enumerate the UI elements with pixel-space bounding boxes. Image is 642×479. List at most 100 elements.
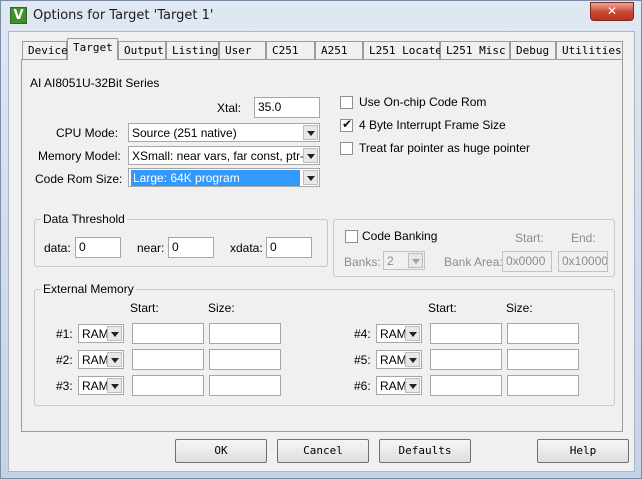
ok-button[interactable]: OK [175, 439, 267, 463]
ext-mem-row-5-start[interactable] [430, 349, 502, 370]
chevron-down-icon[interactable] [405, 352, 420, 367]
ext-mem-row-6-type-value: RAM [380, 379, 407, 393]
ext-mem-row-2-start[interactable] [132, 349, 204, 370]
ext-mem-row-5-type[interactable]: RAM [376, 350, 422, 369]
ext-mem-row-3-label: #3: [56, 379, 73, 393]
treat-far-pointer-label: Treat far pointer as huge pointer [359, 141, 530, 155]
dialog-client: Device Target Output Listing User C251 A… [8, 31, 635, 472]
ext-mem-row-1-size[interactable] [209, 323, 281, 344]
bank-area-start-input[interactable]: 0x0000 [502, 251, 552, 272]
ext-mem-row-6-size[interactable] [507, 375, 579, 396]
ext-mem-row-2-label: #2: [56, 353, 73, 367]
ext-mem-row-6-start[interactable] [430, 375, 502, 396]
ext-mem-row-6-type[interactable]: RAM [376, 376, 422, 395]
four-byte-interrupt-frame-label: 4 Byte Interrupt Frame Size [359, 118, 506, 132]
ext-mem-row-3-type[interactable]: RAM [78, 376, 124, 395]
tab-l251-locate[interactable]: L251 Locate [363, 41, 442, 59]
title-bar[interactable]: V Options for Target 'Target 1' ✕ [1, 1, 641, 31]
bank-area-label: Bank Area: [444, 255, 503, 269]
ext-mem-row-6-label: #6: [354, 379, 371, 393]
bank-area-end-input[interactable]: 0x10000 [558, 251, 608, 272]
chevron-down-icon[interactable] [405, 378, 420, 393]
chevron-down-icon[interactable] [408, 253, 423, 268]
memory-model-value: XSmall: near vars, far const, ptr-4 [132, 149, 311, 163]
xtal-label: Xtal: [217, 101, 242, 115]
ext-mem-size-header-left: Size: [208, 301, 235, 315]
ext-mem-row-3-size[interactable] [209, 375, 281, 396]
ext-mem-row-5-label: #5: [354, 353, 371, 367]
ext-mem-row-2-size[interactable] [209, 349, 281, 370]
keil-uvision-icon: V [10, 7, 27, 24]
data-threshold-near-label: near: [137, 241, 165, 255]
defaults-button[interactable]: Defaults [379, 439, 471, 463]
ext-mem-row-1-type-value: RAM [82, 327, 109, 341]
target-tab-panel: AI AI8051U-32Bit Series Xtal: 35.0 CPU M… [21, 59, 623, 432]
data-threshold-group: Data Threshold data: 0 near: 0 xdata: 0 [34, 212, 328, 267]
chevron-down-icon[interactable] [107, 352, 122, 367]
tab-debug[interactable]: Debug [510, 41, 556, 59]
ext-mem-row-1-start[interactable] [132, 323, 204, 344]
four-byte-interrupt-frame-checkbox[interactable] [340, 117, 353, 132]
code-rom-size-select[interactable]: Large: 64K program [128, 168, 320, 187]
data-threshold-data-label: data: [44, 241, 71, 255]
chevron-down-icon[interactable] [107, 378, 122, 393]
code-rom-size-label: Code Rom Size: [35, 172, 123, 186]
external-memory-title: External Memory [41, 282, 136, 296]
tab-device[interactable]: Device [22, 41, 68, 59]
banks-label: Banks: [344, 255, 381, 269]
tab-listing[interactable]: Listing [166, 41, 219, 59]
code-banking-label: Code Banking [362, 229, 438, 243]
code-banking-checkbox[interactable] [345, 230, 358, 243]
chevron-down-icon[interactable] [405, 326, 420, 341]
bank-area-start-header: Start: [515, 231, 544, 245]
tab-user[interactable]: User [219, 41, 266, 59]
chevron-down-icon[interactable] [107, 326, 122, 341]
data-threshold-xdata-label: xdata: [230, 241, 263, 255]
window-title: Options for Target 'Target 1' [33, 8, 214, 23]
treat-far-pointer-checkbox[interactable] [340, 142, 353, 155]
ext-mem-row-4-label: #4: [354, 327, 371, 341]
banks-select[interactable]: 2 [383, 251, 425, 270]
banks-value: 2 [387, 254, 394, 268]
ext-mem-row-4-start[interactable] [430, 323, 502, 344]
tab-utilities[interactable]: Utilities [556, 41, 623, 59]
data-threshold-data-input[interactable]: 0 [75, 237, 121, 258]
xtal-input[interactable]: 35.0 [254, 97, 320, 118]
ext-mem-row-4-size[interactable] [507, 323, 579, 344]
memory-model-select[interactable]: XSmall: near vars, far const, ptr-4 [128, 146, 320, 165]
external-memory-group: External Memory Start: Size: Start: Size… [34, 282, 615, 406]
use-onchip-code-rom-checkbox[interactable] [340, 96, 353, 109]
ext-mem-row-2-type[interactable]: RAM [78, 350, 124, 369]
cpu-mode-label: CPU Mode: [56, 126, 119, 140]
data-threshold-xdata-input[interactable]: 0 [266, 237, 312, 258]
ext-mem-start-header-left: Start: [130, 301, 159, 315]
ext-mem-row-3-start[interactable] [132, 375, 204, 396]
ext-mem-row-4-type[interactable]: RAM [376, 324, 422, 343]
bank-area-end-header: End: [571, 231, 596, 245]
tab-a251[interactable]: A251 [315, 41, 363, 59]
ext-mem-row-1-type[interactable]: RAM [78, 324, 124, 343]
options-dialog: V Options for Target 'Target 1' ✕ Device… [0, 0, 642, 479]
code-rom-size-value: Large: 64K program [131, 170, 300, 186]
chevron-down-icon[interactable] [303, 125, 318, 140]
help-button[interactable]: Help [537, 439, 629, 463]
cancel-button[interactable]: Cancel [277, 439, 369, 463]
close-button[interactable]: ✕ [590, 2, 634, 21]
cpu-mode-value: Source (251 native) [132, 126, 237, 140]
device-name: AI AI8051U-32Bit Series [30, 76, 160, 90]
ext-mem-row-5-size[interactable] [507, 349, 579, 370]
tab-target[interactable]: Target [67, 38, 118, 60]
chevron-down-icon[interactable] [303, 148, 318, 163]
ext-mem-row-1-label: #1: [56, 327, 73, 341]
ext-mem-size-header-right: Size: [506, 301, 533, 315]
chevron-down-icon[interactable] [303, 170, 318, 185]
ext-mem-row-4-type-value: RAM [380, 327, 407, 341]
tab-c251[interactable]: C251 [266, 41, 315, 59]
data-threshold-title: Data Threshold [41, 212, 127, 226]
tab-l251-misc[interactable]: L251 Misc [440, 41, 510, 59]
ext-mem-row-2-type-value: RAM [82, 353, 109, 367]
use-onchip-code-rom-label: Use On-chip Code Rom [359, 95, 487, 109]
data-threshold-near-input[interactable]: 0 [168, 237, 214, 258]
cpu-mode-select[interactable]: Source (251 native) [128, 123, 320, 142]
tab-output[interactable]: Output [118, 41, 166, 59]
